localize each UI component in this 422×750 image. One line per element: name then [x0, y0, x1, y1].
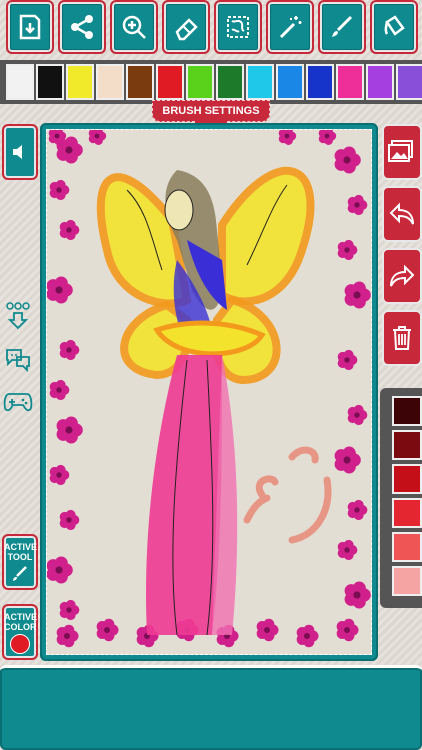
color-swatch[interactable]: [366, 64, 394, 100]
zoom-icon: [122, 15, 146, 39]
share-button[interactable]: [58, 0, 106, 54]
color-swatch[interactable]: [216, 64, 244, 100]
speaker-icon: [13, 145, 22, 159]
redo-icon: [390, 264, 415, 287]
brush-icon: [13, 566, 27, 581]
color-swatch[interactable]: [126, 64, 154, 100]
active-color-swatch: [10, 634, 30, 654]
eraser-button[interactable]: [162, 0, 210, 54]
color-swatch[interactable]: [96, 64, 124, 100]
zoom-button[interactable]: [110, 0, 158, 54]
bottom-bar: [0, 665, 422, 750]
shade-swatch[interactable]: [392, 464, 422, 494]
chat-bubbles-icon: [6, 349, 30, 373]
color-swatch[interactable]: [36, 64, 64, 100]
magic-wand-icon: [279, 16, 302, 39]
shade-swatch[interactable]: [392, 396, 422, 426]
color-swatch[interactable]: [6, 64, 34, 100]
shade-swatch[interactable]: [392, 566, 422, 596]
download-apps-icon: [6, 302, 30, 330]
redo-button[interactable]: [382, 248, 422, 304]
shade-swatch[interactable]: [392, 498, 422, 528]
color-swatch[interactable]: [156, 64, 184, 100]
chat-button[interactable]: [2, 346, 34, 374]
undo-button[interactable]: [382, 186, 422, 242]
shade-swatch[interactable]: [392, 532, 422, 562]
delete-button[interactable]: [382, 310, 422, 366]
save-button[interactable]: [6, 0, 54, 54]
color-swatch[interactable]: [66, 64, 94, 100]
trash-icon: [393, 326, 411, 350]
color-swatch[interactable]: [186, 64, 214, 100]
gallery-icon: [388, 140, 413, 162]
share-icon: [71, 15, 93, 39]
gallery-button[interactable]: [382, 124, 422, 180]
active-color-label-line2: COLOR: [4, 622, 37, 632]
brush-button[interactable]: [318, 0, 366, 54]
magic-wand-button[interactable]: [266, 0, 314, 54]
color-swatch[interactable]: [306, 64, 334, 100]
gamepad-icon: [3, 393, 33, 412]
active-color-button[interactable]: ACTIVE COLOR: [2, 604, 38, 660]
active-tool-button[interactable]: ACTIVE TOOL: [2, 534, 38, 590]
games-button[interactable]: [2, 388, 34, 416]
active-color-label-line1: ACTIVE: [4, 612, 38, 622]
color-swatch[interactable]: [276, 64, 304, 100]
save-icon: [19, 14, 41, 40]
color-swatch[interactable]: [336, 64, 364, 100]
color-swatch[interactable]: [396, 64, 422, 100]
undo-icon: [389, 202, 414, 225]
eraser-icon: [175, 18, 198, 41]
drawing-canvas[interactable]: [46, 127, 372, 655]
active-tool-label-line1: ACTIVE: [4, 542, 38, 552]
top-toolbar: [0, 0, 422, 58]
brush-icon: [332, 15, 353, 37]
bucket-icon: [384, 15, 405, 36]
pattern-button[interactable]: [214, 0, 262, 54]
active-tool-label-line2: TOOL: [7, 552, 33, 562]
color-swatch[interactable]: [246, 64, 274, 100]
shade-swatch[interactable]: [392, 430, 422, 460]
download-more-button[interactable]: [4, 300, 32, 332]
fairy-drawing: [46, 127, 371, 648]
pattern-icon: [227, 16, 249, 38]
bucket-button[interactable]: [370, 0, 418, 54]
sound-button[interactable]: [2, 124, 38, 180]
